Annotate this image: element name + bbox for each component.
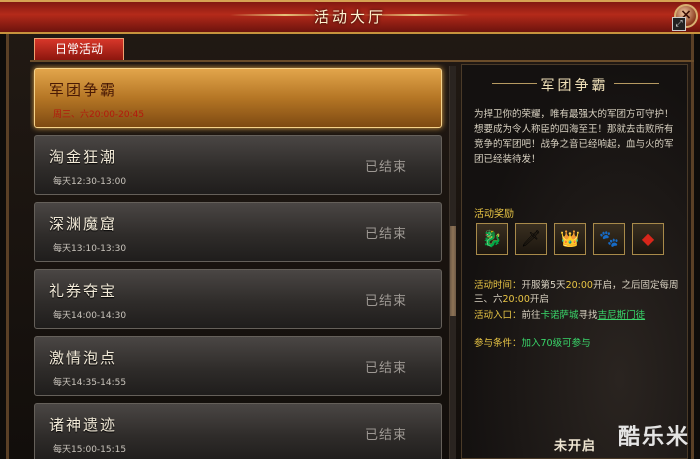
condition-label: 参与条件：	[474, 338, 522, 349]
event-item-voucher-treasure[interactable]: 礼券夺宝 每天14:00-14:30 已结束	[34, 269, 442, 329]
event-list: 军团争霸 周三、六20:00-20:45 淘金狂潮 每天12:30-13:00 …	[30, 64, 448, 459]
event-time: 每天14:35-14:55	[53, 378, 127, 388]
window-title: 活动大厅	[313, 8, 386, 26]
event-time-info: 活动时间：开服第5天20:00开启，之后固定每周三、六20:00开启	[474, 279, 684, 307]
sword-icon: 🗡	[520, 229, 542, 248]
event-name: 深渊魔窟	[49, 215, 118, 233]
reward-slot[interactable]: ◆	[632, 223, 664, 255]
event-entry-info: 活动入口：前往卡诺萨城寻找吉尼斯门徒	[474, 309, 684, 323]
reward-slot[interactable]: 🗡	[515, 223, 547, 255]
title-bar: 活动大厅 ×	[0, 0, 700, 34]
entry-npc-link[interactable]: 吉尼斯门徒	[598, 310, 646, 321]
reward-slot[interactable]: 🐾	[593, 223, 625, 255]
panel-ornament-right	[614, 83, 659, 84]
reward-slot[interactable]: 🐉	[476, 223, 508, 255]
event-item-legion-battle[interactable]: 军团争霸 周三、六20:00-20:45	[34, 68, 442, 128]
entry-text: 前往	[521, 310, 541, 321]
tab-daily-events[interactable]: 日常活动	[34, 38, 124, 60]
event-time: 每天13:10-13:30	[53, 244, 127, 254]
event-condition-info: 参与条件：加入70级可参与	[474, 337, 684, 351]
event-status: 已结束	[364, 361, 407, 376]
detail-title: 军团争霸	[540, 78, 609, 94]
event-time: 每天12:30-13:00	[53, 177, 127, 187]
entry-text: 寻找	[578, 310, 598, 321]
not-open-button[interactable]: 未开启	[554, 435, 596, 454]
time-highlight: 20:00	[502, 294, 530, 305]
entry-label: 活动入口：	[474, 310, 522, 321]
event-status: 已结束	[364, 227, 407, 242]
reward-list: 🐉 🗡 👑 🐾 ◆	[476, 223, 681, 263]
detail-description: 为捍卫你的荣耀，唯有最强大的军团方可守护！想要成为令人称臣的四海至王！那就去击败…	[474, 109, 674, 165]
dragon-armor-icon: 🐉	[482, 229, 502, 248]
event-name: 淘金狂潮	[49, 148, 118, 166]
time-text: 开启	[529, 294, 549, 305]
event-name: 诸神遗迹	[49, 416, 118, 434]
entry-city-link[interactable]: 卡诺萨城	[541, 310, 579, 321]
scrollbar-thumb[interactable]	[450, 226, 456, 316]
pet-icon: 🐾	[599, 229, 619, 248]
expand-icon[interactable]: ⤢	[672, 17, 686, 31]
event-detail-panel: 军团争霸 为捍卫你的荣耀，唯有最强大的军团方可守护！想要成为令人称臣的四海至王！…	[461, 64, 688, 459]
event-status: 已结束	[364, 428, 407, 443]
event-item-gold-rush[interactable]: 淘金狂潮 每天12:30-13:00 已结束	[34, 135, 442, 195]
event-status: 已结束	[364, 160, 407, 175]
red-gem-icon: ◆	[641, 229, 655, 248]
event-item-gods-ruins[interactable]: 诸神遗迹 每天15:00-15:15 已结束	[34, 403, 442, 459]
event-status: 已结束	[364, 294, 407, 309]
event-time: 每天14:00-14:30	[53, 311, 127, 321]
reward-slot[interactable]: 👑	[554, 223, 586, 255]
time-label: 活动时间：	[474, 280, 522, 291]
event-time: 周三、六20:00-20:45	[53, 110, 145, 120]
crown-icon: 👑	[560, 229, 580, 248]
event-list-scrollbar[interactable]	[449, 66, 456, 459]
event-name: 礼券夺宝	[49, 282, 118, 300]
event-name: 激情泡点	[49, 349, 118, 367]
title-ornament-right	[360, 14, 470, 16]
tab-bar: 日常活动	[30, 38, 694, 62]
event-item-passion-spot[interactable]: 激情泡点 每天14:35-14:55 已结束	[34, 336, 442, 396]
event-item-abyss-cave[interactable]: 深渊魔窟 每天13:10-13:30 已结束	[34, 202, 442, 262]
condition-value: 加入70级可参与	[521, 338, 591, 349]
watermark-logo: 酷乐米	[617, 425, 690, 450]
event-name: 军团争霸	[49, 81, 118, 99]
reward-label: 活动奖励	[474, 209, 514, 220]
time-text: 开服第5天	[521, 280, 566, 291]
time-highlight: 20:00	[565, 280, 593, 291]
event-time: 每天15:00-15:15	[53, 445, 127, 455]
